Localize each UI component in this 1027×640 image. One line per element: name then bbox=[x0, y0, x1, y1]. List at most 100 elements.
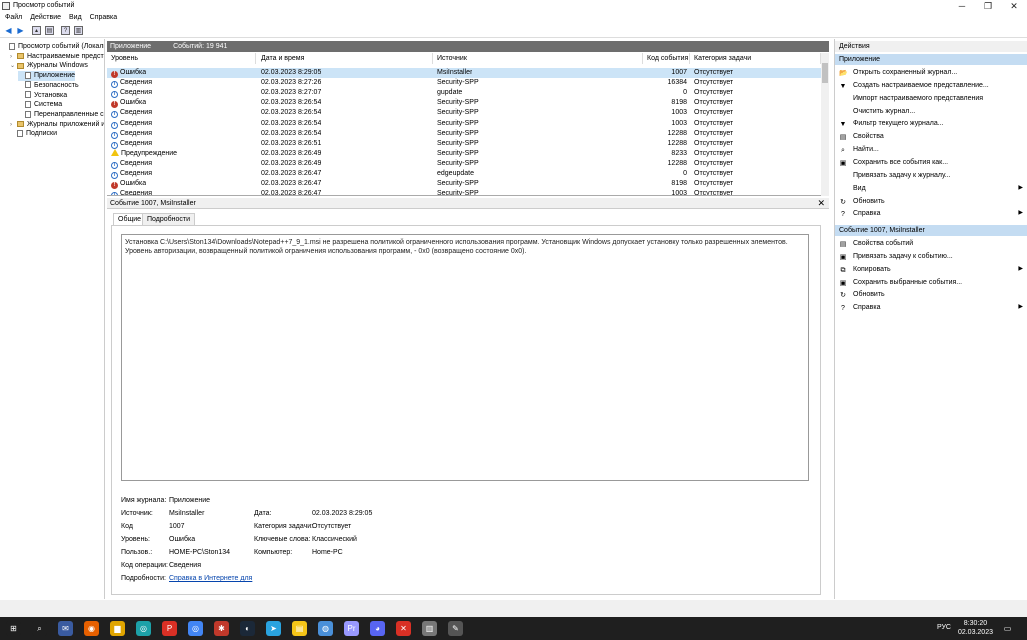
action-item[interactable]: ⧉ Копировать ▶ bbox=[839, 264, 1025, 275]
search-icon[interactable]: ⌕ bbox=[32, 621, 47, 636]
browser-icon[interactable]: ◍ bbox=[318, 621, 333, 636]
steam-icon[interactable]: ◐ bbox=[240, 621, 255, 636]
table-row[interactable]: i Сведения 02.03.2023 8:26:47 edgeupdate 0 От… bbox=[107, 169, 821, 179]
action-item[interactable]: Очистить журнал... bbox=[839, 106, 1025, 117]
language-indicator[interactable]: РУС bbox=[937, 624, 951, 631]
action-item[interactable]: ? Справка ▶ bbox=[839, 208, 1025, 219]
table-row[interactable]: ! Ошибка 02.03.2023 8:29:05 MsiInstaller 100… bbox=[107, 68, 821, 78]
level-text: Сведения bbox=[120, 109, 152, 117]
discord-icon[interactable]: ◕ bbox=[370, 621, 385, 636]
table-row[interactable]: ! Ошибка 02.03.2023 8:26:47 Security-SPP 819… bbox=[107, 179, 821, 190]
tree-item[interactable]: Подписки bbox=[10, 129, 57, 139]
menu-view[interactable]: Вид bbox=[69, 13, 82, 23]
label-computer: Компьютер: bbox=[254, 549, 293, 556]
action-item[interactable]: ▣ Привязать задачу к событию... bbox=[839, 251, 1025, 262]
tree-item[interactable]: Перенаправленные соб bbox=[18, 110, 104, 120]
eventviewer-icon[interactable]: ▥ bbox=[422, 621, 437, 636]
table-row[interactable]: i Сведения 02.03.2023 8:27:07 gupdate 0 Отсут… bbox=[107, 88, 821, 99]
chevron-right-icon[interactable]: › bbox=[10, 52, 17, 62]
tree-item[interactable]: ⌄ Журналы Windows bbox=[10, 61, 88, 71]
action-item[interactable]: ▤ Свойства bbox=[839, 131, 1025, 142]
table-row[interactable]: i Сведения 02.03.2023 8:26:47 Security-SPP 1… bbox=[107, 189, 821, 195]
system-clock[interactable]: 8:30:20 02.03.2023 bbox=[958, 619, 993, 637]
action-item[interactable]: ▼ Создать настраиваемое представление... bbox=[839, 80, 1025, 91]
action-item[interactable]: ▼ Фильтр текущего журнала... bbox=[839, 118, 1025, 129]
table-row[interactable]: i Сведения 02.03.2023 8:26:49 Security-SPP 1… bbox=[107, 159, 821, 169]
action-item[interactable]: 📂 Открыть сохраненный журнал... bbox=[839, 67, 1025, 78]
premiere-icon[interactable]: Pr bbox=[344, 621, 359, 636]
scrollbar-thumb[interactable] bbox=[822, 63, 828, 83]
help-icon[interactable]: ? bbox=[61, 26, 70, 35]
log-icon bbox=[25, 81, 31, 89]
tree-item[interactable]: Система bbox=[18, 100, 62, 110]
table-row[interactable]: i Сведения 02.03.2023 8:26:54 Security-SPP 1… bbox=[107, 129, 821, 139]
cell-datetime: 02.03.2023 8:26:54 bbox=[261, 99, 322, 107]
action-item[interactable]: ? Справка ▶ bbox=[839, 302, 1025, 313]
tree-item[interactable]: Приложение bbox=[18, 71, 76, 82]
table-row[interactable]: Предупреждение 02.03.2023 8:26:49 Security… bbox=[107, 148, 821, 159]
firefox-icon[interactable]: ◉ bbox=[84, 621, 99, 636]
close-button[interactable]: ✕ bbox=[1001, 0, 1027, 13]
app-p-icon[interactable]: P bbox=[162, 621, 177, 636]
panel-toggle-icon[interactable]: ▥ bbox=[74, 26, 83, 35]
notifications-icon[interactable]: ▭ bbox=[1000, 621, 1015, 636]
tree-item[interactable]: Безопасность bbox=[18, 81, 79, 91]
back-arrow-icon[interactable]: ◀ bbox=[4, 26, 13, 35]
chevron-right-icon[interactable]: › bbox=[10, 120, 17, 130]
menu-help[interactable]: Справка bbox=[90, 13, 117, 23]
minimize-button[interactable]: ─ bbox=[949, 0, 975, 13]
action-item[interactable]: ↻ Обновить bbox=[839, 289, 1025, 300]
files-icon[interactable]: ▆ bbox=[110, 621, 125, 636]
column-header-source[interactable]: Источник bbox=[433, 53, 643, 64]
label-more-info: Подробности: bbox=[121, 575, 166, 582]
action-item[interactable]: ⌕ Найти... bbox=[839, 144, 1025, 155]
chevron-down-icon[interactable]: ⌄ bbox=[10, 61, 17, 71]
table-row[interactable]: i Сведения 02.03.2023 8:27:26 Security-SPP 1… bbox=[107, 78, 821, 89]
action-item[interactable]: Импорт настраиваемого представления bbox=[839, 93, 1025, 104]
menu-action[interactable]: Действие bbox=[30, 13, 61, 23]
column-header-datetime[interactable]: Дата и время bbox=[257, 53, 433, 64]
table-row[interactable]: i Сведения 02.03.2023 8:26:51 Security-SPP 1… bbox=[107, 139, 821, 149]
actions-section-log[interactable]: Приложение bbox=[835, 54, 1027, 65]
close-icon[interactable]: ✕ bbox=[817, 198, 825, 209]
tree-item[interactable]: Просмотр событий (Локальн bbox=[2, 42, 104, 52]
event-description[interactable]: Установка C:\Users\Ston134\Downloads\Not… bbox=[121, 234, 809, 481]
action-item[interactable]: ↻ Обновить bbox=[839, 196, 1025, 207]
chrome-icon[interactable]: ◎ bbox=[136, 621, 151, 636]
tree-item[interactable]: › Настраиваемые представл bbox=[10, 52, 104, 62]
event-list-header: Приложение Событий: 19 941 bbox=[107, 41, 829, 52]
actions-section-event[interactable]: Событие 1007, MsiInstaller bbox=[835, 225, 1027, 236]
extra-icon[interactable]: ✎ bbox=[448, 621, 463, 636]
event-grid-scrollbar[interactable] bbox=[821, 53, 829, 196]
online-help-link[interactable]: Справка в Интернете для bbox=[169, 575, 252, 582]
column-header-level[interactable]: Уровень bbox=[107, 53, 256, 64]
forward-arrow-icon[interactable]: ▶ bbox=[16, 26, 25, 35]
action-item[interactable]: Вид ▶ bbox=[839, 183, 1025, 194]
chrome2-icon[interactable]: ◎ bbox=[188, 621, 203, 636]
action-item[interactable]: ▣ Сохранить все события как... bbox=[839, 157, 1025, 168]
action-item[interactable]: ▣ Сохранить выбранные события... bbox=[839, 277, 1025, 288]
table-row[interactable]: ! Ошибка 02.03.2023 8:26:54 Security-SPP 819… bbox=[107, 98, 821, 109]
table-row[interactable]: i Сведения 02.03.2023 8:26:54 Security-SPP 1… bbox=[107, 108, 821, 119]
notes-icon[interactable]: ▤ bbox=[292, 621, 307, 636]
maximize-button[interactable]: ❐ bbox=[975, 0, 1001, 13]
game-icon[interactable]: ✱ bbox=[214, 621, 229, 636]
column-header-task-category[interactable]: Категория задачи bbox=[690, 53, 821, 64]
cell-source: gupdate bbox=[437, 89, 463, 97]
menu-file[interactable]: Файл bbox=[5, 13, 22, 23]
folder-up-icon[interactable]: ▴ bbox=[32, 26, 41, 35]
windows-icon[interactable]: ⊞ bbox=[6, 621, 21, 636]
tool-icon[interactable]: ✕ bbox=[396, 621, 411, 636]
properties-icon[interactable]: ▤ bbox=[45, 26, 54, 35]
action-item[interactable]: Привязать задачу к журналу... bbox=[839, 170, 1025, 181]
value-log-name: Приложение bbox=[169, 497, 211, 504]
mail-icon[interactable]: ✉ bbox=[58, 621, 73, 636]
tree-item[interactable]: › Журналы приложений и сл bbox=[10, 120, 104, 130]
column-header-event-id[interactable]: Код события bbox=[643, 53, 690, 64]
find-icon: ⌕ bbox=[841, 147, 845, 155]
action-item[interactable]: ▤ Свойства событий bbox=[839, 238, 1025, 249]
table-row[interactable]: i Сведения 02.03.2023 8:26:54 Security-SPP 1… bbox=[107, 119, 821, 129]
tab-details[interactable]: Подробности bbox=[142, 213, 196, 225]
telegram-icon[interactable]: ➤ bbox=[266, 621, 281, 636]
tree-item[interactable]: Установка bbox=[18, 91, 67, 101]
